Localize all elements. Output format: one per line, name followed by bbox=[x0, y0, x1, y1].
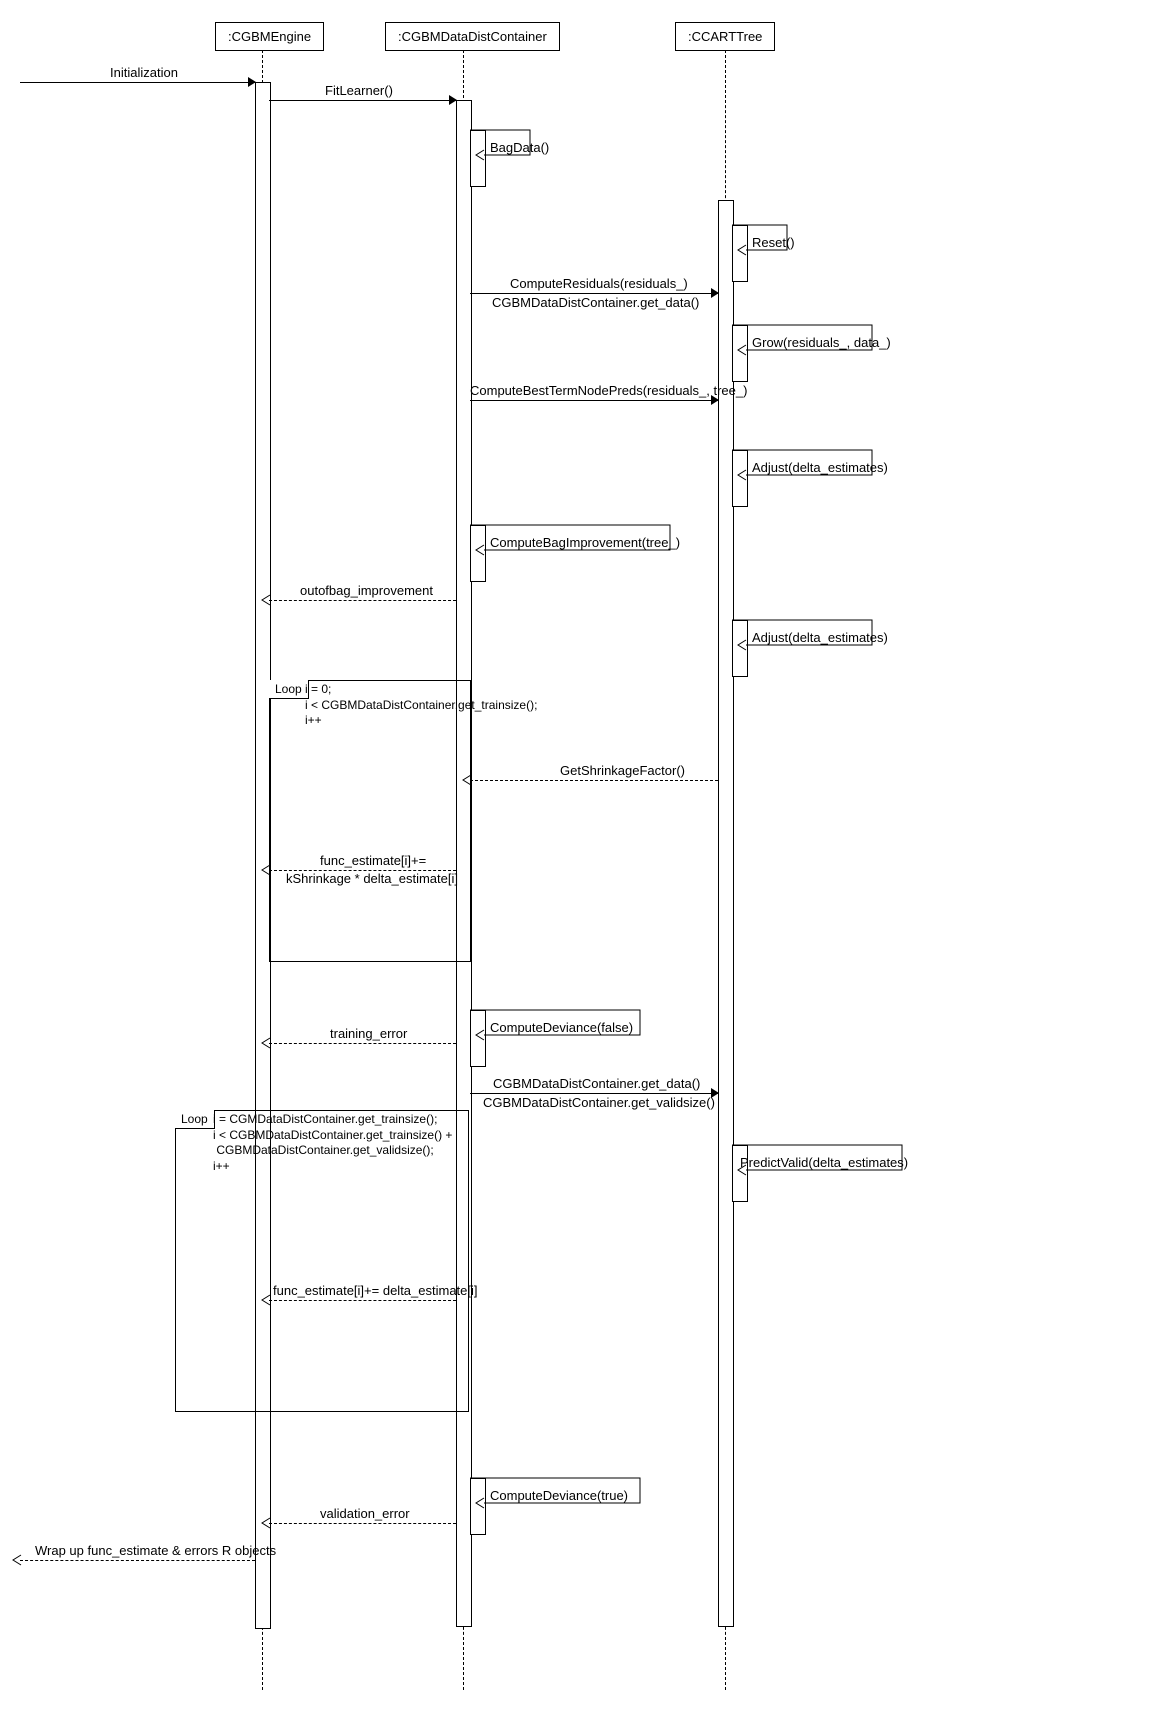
loop2-cond: i = CGMDataDistContainer.get_trainsize()… bbox=[213, 1112, 452, 1174]
label-dev2: ComputeDeviance(true) bbox=[490, 1488, 628, 1503]
activation-tree bbox=[718, 200, 734, 1627]
loop2-tag: Loop bbox=[175, 1110, 215, 1129]
arrow-bestterm bbox=[470, 400, 718, 401]
arrow-compres bbox=[470, 293, 718, 294]
arrowhead-open bbox=[262, 595, 272, 605]
arrowhead-open bbox=[262, 1518, 272, 1528]
arrowhead-open bbox=[262, 1038, 272, 1048]
arrow-getdata2 bbox=[470, 1093, 718, 1094]
loop1-cond: i = 0; i < CGBMDataDistContainer.get_tra… bbox=[305, 682, 537, 729]
arrowhead-open bbox=[262, 865, 272, 875]
arrowhead-open bbox=[262, 1295, 272, 1305]
label-predvalid: PredictValid(delta_estimates) bbox=[740, 1155, 908, 1170]
label-bagimp: ComputeBagImprovement(tree_) bbox=[490, 535, 680, 550]
label-shrink: GetShrinkageFactor() bbox=[560, 763, 685, 778]
return-func2 bbox=[269, 1300, 456, 1302]
label-grow: Grow(residuals_, data_) bbox=[752, 335, 891, 350]
return-valerr bbox=[269, 1523, 456, 1525]
label-trainerr: training_error bbox=[330, 1026, 407, 1041]
label-valerr: validation_error bbox=[320, 1506, 410, 1521]
label-oob: outofbag_improvement bbox=[300, 583, 433, 598]
arrow-fitlearner bbox=[269, 100, 456, 101]
label-func2: func_estimate[i]+= delta_estimate[i] bbox=[273, 1283, 478, 1298]
label-bagdata: BagData() bbox=[490, 140, 549, 155]
arrowhead-open bbox=[13, 1555, 23, 1565]
arrowhead bbox=[711, 288, 721, 298]
label-bestterm: ComputeBestTermNodePreds(residuals_, tre… bbox=[470, 383, 747, 398]
label-compres: ComputeResiduals(residuals_) bbox=[510, 276, 688, 291]
arrow-init bbox=[20, 82, 255, 83]
label-reset: Reset() bbox=[752, 235, 795, 250]
label-func1b: kShrinkage * delta_estimate[i] bbox=[286, 871, 458, 886]
label-func1a: func_estimate[i]+= bbox=[320, 853, 426, 868]
arrowhead bbox=[449, 95, 459, 105]
label-wrap: Wrap up func_estimate & errors R objects bbox=[35, 1543, 276, 1558]
label-getvalid: CGBMDataDistContainer.get_validsize() bbox=[483, 1095, 715, 1110]
label-fitlearner: FitLearner() bbox=[325, 83, 393, 98]
label-getdata1: CGBMDataDistContainer.get_data() bbox=[492, 295, 699, 310]
label-adjust2: Adjust(delta_estimates) bbox=[752, 630, 888, 645]
loop1-tag: Loop bbox=[269, 680, 309, 699]
label-adjust1: Adjust(delta_estimates) bbox=[752, 460, 888, 475]
return-oob bbox=[269, 600, 456, 602]
label-dev1: ComputeDeviance(false) bbox=[490, 1020, 633, 1035]
return-shrink bbox=[470, 780, 718, 782]
label-init: Initialization bbox=[110, 65, 178, 80]
arrowhead bbox=[248, 77, 258, 87]
return-trainerr bbox=[269, 1043, 456, 1045]
participant-tree: :CCARTTree bbox=[675, 22, 775, 51]
return-wrap bbox=[20, 1560, 255, 1562]
label-getdata2: CGBMDataDistContainer.get_data() bbox=[493, 1076, 700, 1091]
arrowhead-open bbox=[463, 775, 473, 785]
participant-engine: :CGBMEngine bbox=[215, 22, 324, 51]
participant-container: :CGBMDataDistContainer bbox=[385, 22, 560, 51]
